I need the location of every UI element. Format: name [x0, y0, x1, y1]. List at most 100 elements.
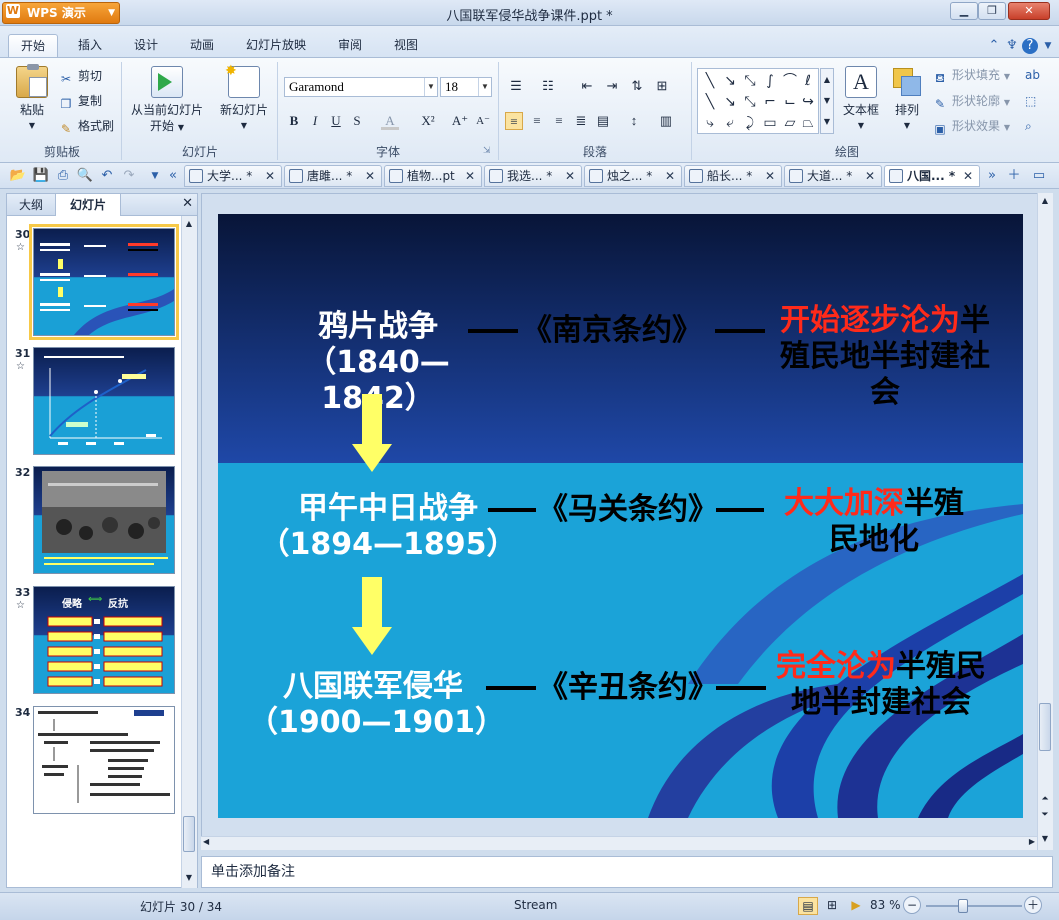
slideshow-icon[interactable]: ▶ — [846, 897, 866, 915]
underline-button[interactable]: U — [327, 112, 345, 130]
new-tab-icon[interactable]: ＋ — [1005, 167, 1023, 185]
doc-tab[interactable]: 植物...pt ✕ — [384, 165, 482, 187]
doc-tab-active[interactable]: 八国... * ✕ — [884, 165, 980, 187]
shrink-font-button[interactable]: A⁻ — [474, 112, 492, 130]
chevron-down-icon[interactable]: ▼ — [1040, 38, 1056, 54]
print-preview-icon[interactable]: 🔍 — [76, 167, 94, 185]
paste-button[interactable]: 粘贴 ▼ — [10, 64, 54, 134]
align-text-icon[interactable]: ⊞ — [653, 77, 671, 95]
doc-tab[interactable]: 船长... * ✕ — [684, 165, 782, 187]
slide-thumbnail[interactable] — [33, 347, 175, 455]
curved-double-shape-icon[interactable]: ⤶ — [720, 113, 740, 133]
close-icon[interactable]: ✕ — [963, 166, 973, 186]
connector-shape-icon[interactable]: ╲ — [700, 92, 720, 112]
align-center-button[interactable]: ≡ — [528, 112, 546, 130]
shape-effect-button[interactable]: ▣ 形状效果 ▼ — [932, 116, 1010, 136]
doc-tab[interactable]: 我选... * ✕ — [484, 165, 582, 187]
shape-fill-button[interactable]: ⛾ 形状填充 ▼ — [932, 65, 1010, 85]
close-icon[interactable]: ✕ — [465, 166, 475, 186]
collapse-icon[interactable]: ⌃ — [986, 38, 1002, 54]
columns-icon[interactable]: ▥ — [657, 112, 675, 130]
superscript-button[interactable]: X² — [419, 112, 437, 130]
format-brush-button[interactable]: ✎ 格式刷 — [58, 116, 114, 136]
scribble-shape-icon[interactable]: ℓ — [798, 71, 818, 91]
slide-thumbnail[interactable] — [33, 466, 175, 574]
scroll-thumb[interactable] — [183, 816, 195, 852]
font-size-combo[interactable]: 18 ▼ — [440, 77, 492, 97]
gallery-scroll[interactable]: ▲ ▼ ▼ — [820, 68, 834, 134]
help-icon[interactable]: ? — [1022, 38, 1038, 54]
notes-area[interactable]: 单击添加备注 — [201, 856, 1053, 888]
close-button[interactable]: ✕ — [1008, 2, 1050, 20]
doc-tab[interactable]: 烛之... * ✕ — [584, 165, 682, 187]
chevron-down-icon[interactable]: ▼ — [478, 78, 491, 96]
tab-list-icon[interactable]: ▭ — [1030, 167, 1048, 185]
curve-shape-icon[interactable]: ∫ — [760, 71, 780, 91]
double-arrow-shape-icon[interactable]: ⤡ — [740, 71, 760, 91]
dialog-launcher-icon[interactable]: ⇲ — [483, 146, 491, 156]
arrow-shape-icon[interactable]: ↘ — [720, 71, 740, 91]
tab-outline[interactable]: 大纲 — [7, 194, 55, 216]
elbow-arrow-shape-icon[interactable]: ⌐ — [760, 92, 780, 112]
close-icon[interactable]: ✕ — [565, 166, 575, 186]
skin-icon[interactable]: ♆ — [1004, 38, 1020, 54]
zoom-in-button[interactable]: ＋ — [1024, 896, 1042, 914]
curved-arrow-shape-icon[interactable]: ⤷ — [700, 113, 720, 133]
scroll-left-icon[interactable]: ◀ — [203, 837, 209, 846]
slide-vertical-scrollbar[interactable]: ▲ ⏶ ⏷ ▼ — [1037, 193, 1053, 850]
font-color-button[interactable]: A — [381, 112, 399, 130]
tab-slideshow[interactable]: 幻灯片放映 — [234, 34, 318, 58]
doc-tab[interactable]: 大学... * ✕ — [184, 165, 282, 187]
zoom-slider-track[interactable] — [926, 905, 1022, 907]
tab-insert[interactable]: 插入 — [66, 34, 114, 58]
arrange-button[interactable]: 排列 ▼ — [884, 66, 930, 134]
bullet-list-icon[interactable]: ☰ — [507, 77, 525, 95]
tab-review[interactable]: 审阅 — [326, 34, 374, 58]
slide-sorter-icon[interactable]: ⊞ — [822, 897, 842, 915]
scroll-down-icon[interactable]: ▼ — [183, 872, 195, 884]
scroll-up-icon[interactable]: ▲ — [183, 218, 195, 230]
tab-view[interactable]: 视图 — [382, 34, 430, 58]
tab-slides[interactable]: 幻灯片 — [55, 194, 121, 216]
curve-connector-shape-icon[interactable]: ⤸ — [740, 113, 760, 133]
close-icon[interactable]: ✕ — [865, 166, 875, 186]
align-right-button[interactable]: ≡ — [550, 112, 568, 130]
scroll-thumb[interactable] — [1039, 703, 1051, 751]
find-icon[interactable]: ⌕ — [1025, 116, 1032, 136]
select-icon[interactable]: ⬚ — [1025, 91, 1036, 111]
tab-design[interactable]: 设计 — [122, 34, 170, 58]
line-shape-icon[interactable]: ╲ — [700, 71, 720, 91]
slide-horizontal-scrollbar[interactable]: ◀ ▶ — [201, 836, 1037, 850]
customize-icon[interactable]: ▼ — [146, 167, 164, 185]
close-icon[interactable]: ✕ — [365, 166, 375, 186]
grow-font-button[interactable]: A⁺ — [451, 112, 469, 130]
next-slide-icon[interactable]: ⏷ — [1039, 809, 1051, 821]
zoom-out-button[interactable]: − — [903, 896, 921, 914]
slide-thumbnail[interactable]: 侵略 ⟺ 反抗 — [33, 586, 175, 694]
replace-icon[interactable]: ab — [1025, 65, 1040, 85]
numbered-list-icon[interactable]: ☷ — [539, 77, 557, 95]
elbow-connector-shape-icon[interactable]: ⤡ — [740, 92, 760, 112]
doc-tab[interactable]: 大道... * ✕ — [784, 165, 882, 187]
justify-button[interactable]: ≣ — [572, 112, 590, 130]
chevron-down-icon[interactable]: ▼ — [424, 78, 437, 96]
freeform-shape-icon[interactable]: ⌒ — [780, 71, 800, 91]
curved-connector-shape-icon[interactable]: ↪ — [798, 92, 818, 112]
normal-view-icon[interactable]: ▤ — [798, 897, 818, 915]
italic-button[interactable]: I — [306, 112, 324, 130]
increase-indent-icon[interactable]: ⇥ — [603, 77, 621, 95]
copy-button[interactable]: ❐ 复制 — [58, 91, 102, 111]
play-from-current-button[interactable]: 从当前幻灯片 开始 ▼ — [128, 66, 206, 136]
elbow-double-shape-icon[interactable]: ⌙ — [780, 92, 800, 112]
bold-button[interactable]: B — [285, 112, 303, 130]
zoom-slider-thumb[interactable] — [958, 899, 968, 913]
scroll-right-icon[interactable]: ▶ — [1029, 837, 1035, 846]
tabs-right-icon[interactable]: » — [983, 167, 1001, 185]
tab-home[interactable]: 开始 — [8, 34, 58, 58]
slide-canvas[interactable]: 鸦片战争 （1840—1842） 《南京条约》 开始逐步沦为半殖民地半封建社会 … — [218, 214, 1023, 818]
undo-icon[interactable]: ↶ — [98, 167, 116, 185]
redo-icon[interactable]: ↷ — [120, 167, 138, 185]
line-spacing-icon[interactable]: ↕ — [625, 112, 643, 130]
trapezoid-shape-icon[interactable]: ⏢ — [798, 113, 818, 133]
print-icon[interactable]: ⎙ — [54, 167, 72, 185]
